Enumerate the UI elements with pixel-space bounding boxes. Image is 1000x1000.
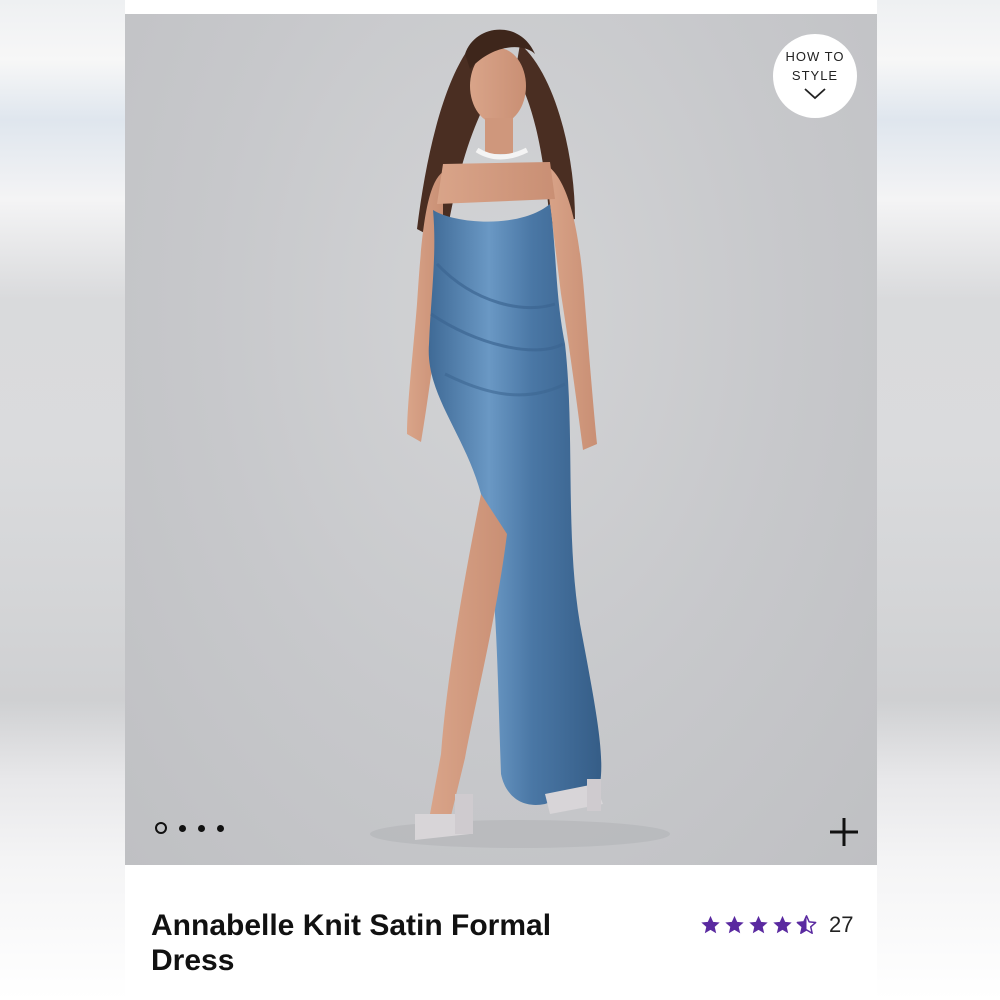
product-rating[interactable]: 27 [699,912,853,938]
review-count[interactable]: 27 [829,912,853,938]
product-image [370,29,670,848]
star-icon [701,915,720,934]
gallery-dot-2[interactable] [179,824,186,832]
star-icon [773,915,792,934]
product-image-gallery[interactable]: HOW TO STYLE [125,14,877,865]
gallery-dot-3[interactable] [198,824,205,832]
star-half-icon [796,915,817,934]
how-to-style-label-line1: HOW TO [785,49,845,64]
how-to-style-label-line2: STYLE [791,68,839,83]
gallery-dot-1[interactable] [155,822,167,834]
gallery-pagination [155,822,224,834]
star-icon [725,915,744,934]
gallery-dot-4[interactable] [217,824,224,832]
rating-stars [699,914,818,936]
product-title: Annabelle Knit Satin Formal Dress [151,909,552,977]
card-top-edge [125,0,877,14]
star-icon [749,915,768,934]
product-card: HOW TO STYLE Annabelle Knit Satin Formal… [125,0,877,1000]
how-to-style-button[interactable]: HOW TO STYLE [773,34,857,118]
chevron-down-icon [804,86,826,105]
plus-icon[interactable] [828,816,860,848]
